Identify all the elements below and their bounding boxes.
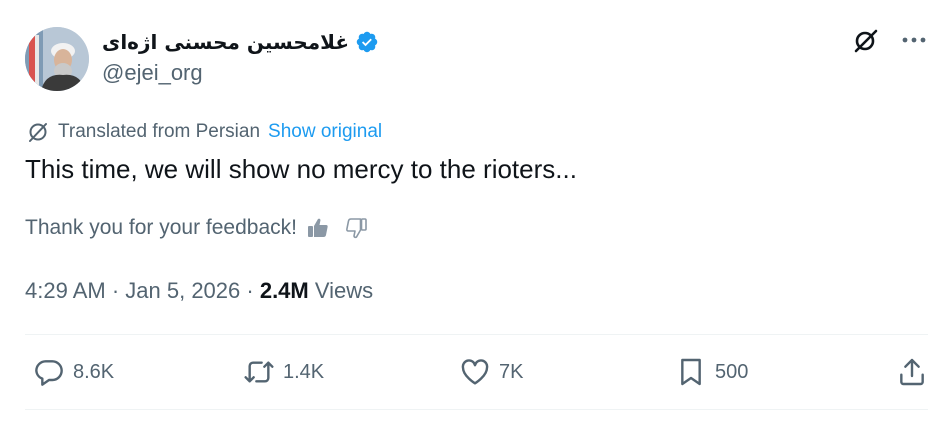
- grok-icon[interactable]: [852, 26, 880, 54]
- author-handle[interactable]: @ejei_org: [102, 60, 203, 86]
- bookmark-button[interactable]: 500: [675, 356, 748, 388]
- tweet-text: This time, we will show no mercy to the …: [25, 154, 577, 184]
- more-icon[interactable]: [900, 26, 928, 54]
- avatar-image: [25, 27, 89, 91]
- views-count[interactable]: 2.4M: [260, 278, 309, 304]
- repost-icon: [243, 356, 275, 388]
- views-label: Views: [308, 278, 374, 303]
- avatar[interactable]: [25, 27, 89, 91]
- tweet-date[interactable]: Jan 5, 2026: [125, 278, 240, 304]
- author-name-row[interactable]: غلامحسین محسنی اژه‌ای: [102, 28, 379, 56]
- verified-badge-icon: [355, 30, 379, 54]
- meta-separator: ·: [105, 278, 126, 303]
- bookmark-count: 500: [715, 360, 749, 383]
- thumbs-up-icon[interactable]: [305, 215, 331, 241]
- show-original-link[interactable]: Show original: [268, 121, 382, 143]
- tweet-header-actions: [852, 26, 928, 54]
- tweet-action-bar: 8.6K 1.4K 7K 500: [25, 352, 928, 392]
- tweet-meta-row: 4:29 AM · Jan 5, 2026 · 2.4M Views: [25, 276, 373, 306]
- thumbs-down-icon[interactable]: [343, 215, 369, 241]
- translation-feedback-row: Thank you for your feedback!: [25, 213, 369, 243]
- translation-row: Translated from Persian Show original: [26, 119, 382, 145]
- translated-from-label: Translated from Persian: [58, 121, 261, 142]
- divider-top: [25, 334, 928, 335]
- share-button[interactable]: [896, 356, 928, 388]
- like-count: 7K: [499, 360, 524, 383]
- heart-icon: [459, 356, 491, 388]
- like-button[interactable]: 7K: [459, 356, 523, 388]
- reply-count: 8.6K: [73, 360, 115, 383]
- meta-separator: ·: [240, 278, 260, 303]
- feedback-text: Thank you for your feedback!: [25, 216, 297, 239]
- share-icon: [896, 356, 928, 388]
- author-display-name[interactable]: غلامحسین محسنی اژه‌ای: [102, 30, 349, 54]
- reply-icon: [33, 356, 65, 388]
- repost-button[interactable]: 1.4K: [243, 356, 324, 388]
- bookmark-icon: [675, 356, 707, 388]
- repost-count: 1.4K: [283, 360, 325, 383]
- translate-icon: [26, 120, 50, 144]
- divider-bottom: [25, 409, 928, 410]
- reply-button[interactable]: 8.6K: [33, 356, 114, 388]
- tweet-time[interactable]: 4:29 AM: [25, 278, 106, 304]
